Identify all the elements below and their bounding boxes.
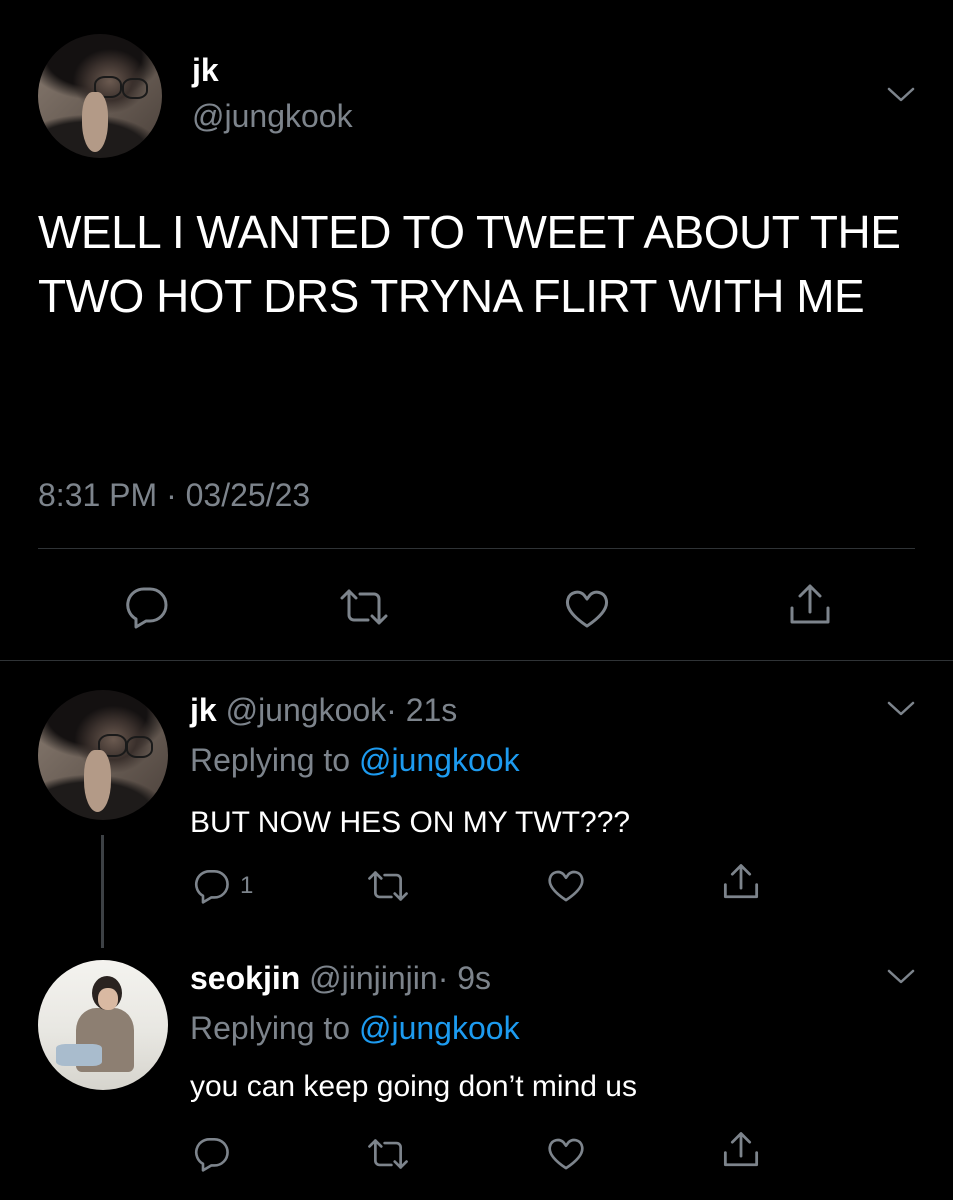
reply-header: jk @jungkook· 21s <box>190 692 457 729</box>
replying-label: Replying to <box>190 742 351 778</box>
divider <box>0 660 953 661</box>
replying-to: Replying to @jungkook <box>190 1010 520 1047</box>
display-name[interactable]: jk <box>192 52 219 89</box>
chevron-down-icon[interactable] <box>886 86 916 104</box>
display-name[interactable]: jk <box>190 692 217 728</box>
reply-icon[interactable] <box>124 585 170 629</box>
retweet-icon[interactable] <box>338 588 390 626</box>
avatar[interactable] <box>38 34 162 158</box>
reply-icon[interactable] <box>193 1136 231 1172</box>
reply-time: · 21s <box>386 692 458 728</box>
reply-time: · 9s <box>437 960 492 996</box>
handle[interactable]: @jinjinjin <box>309 960 438 996</box>
share-icon[interactable] <box>721 1130 761 1170</box>
retweet-icon[interactable] <box>366 1138 410 1170</box>
replying-label: Replying to <box>190 1010 351 1046</box>
reply-text: BUT NOW HES ON MY TWT??? <box>190 806 631 839</box>
mention-link[interactable]: @jungkook <box>359 742 520 778</box>
handle[interactable]: @jungkook <box>192 98 353 135</box>
reply-count: 1 <box>240 872 254 899</box>
reply-text: you can keep going don’t mind us <box>190 1070 637 1103</box>
avatar[interactable] <box>38 690 168 820</box>
retweet-icon[interactable] <box>366 870 410 902</box>
heart-icon[interactable] <box>546 1136 586 1172</box>
chevron-down-icon[interactable] <box>886 968 916 986</box>
tweet-text: WELL I WANTED TO TWEET ABOUT THE TWO HOT… <box>38 206 901 322</box>
display-name[interactable]: seokjin <box>190 960 300 996</box>
share-icon[interactable] <box>787 582 833 628</box>
handle[interactable]: @jungkook <box>226 692 387 728</box>
tweet-timestamp[interactable]: 8:31 PM · 03/25/23 <box>38 477 310 514</box>
avatar[interactable] <box>38 960 168 1090</box>
divider <box>38 548 915 549</box>
reply-header: seokjin @jinjinjin· 9s <box>190 960 491 997</box>
replying-to: Replying to @jungkook <box>190 742 520 779</box>
chevron-down-icon[interactable] <box>886 700 916 718</box>
heart-icon[interactable] <box>546 868 586 904</box>
share-icon[interactable] <box>721 862 761 902</box>
thread-line <box>101 835 104 948</box>
heart-icon[interactable] <box>563 588 611 630</box>
mention-link[interactable]: @jungkook <box>359 1010 520 1046</box>
reply-icon[interactable] <box>193 868 231 904</box>
